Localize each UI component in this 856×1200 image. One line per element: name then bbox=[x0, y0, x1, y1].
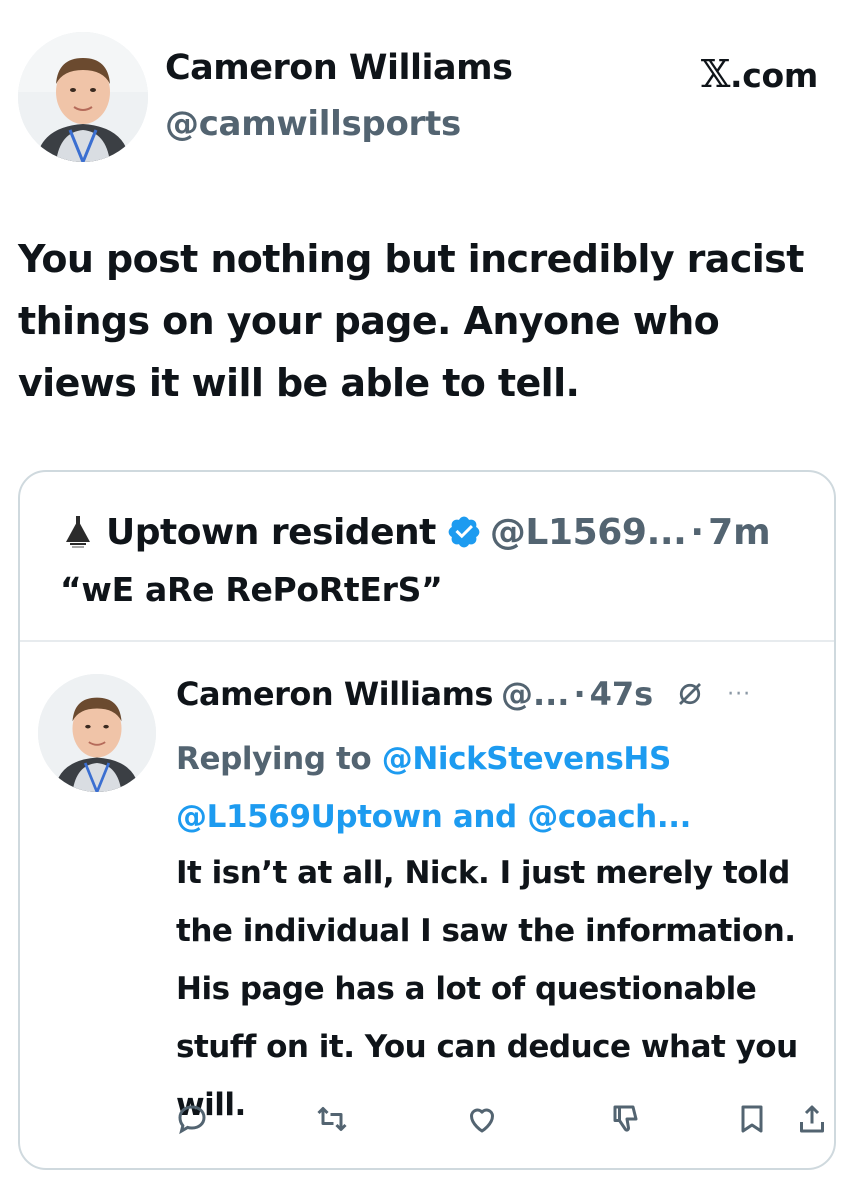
quoted-author-handle[interactable]: @L1569... bbox=[490, 512, 687, 553]
reply-icon bbox=[178, 1105, 206, 1135]
muted-icon[interactable] bbox=[675, 679, 705, 709]
separator-dot: · bbox=[690, 511, 705, 553]
mention-link[interactable]: @NickStevensHS bbox=[382, 741, 672, 777]
quoted-author-avatar[interactable] bbox=[60, 512, 96, 552]
quoted-author-name[interactable]: Uptown resident bbox=[106, 512, 436, 553]
retweet-button[interactable] bbox=[310, 1097, 354, 1141]
divider bbox=[20, 640, 834, 642]
mention-link[interactable]: @L1569Uptown bbox=[176, 799, 443, 835]
like-icon bbox=[470, 1108, 494, 1133]
reply-author-handle[interactable]: @... bbox=[501, 675, 569, 713]
bookmark-icon bbox=[741, 1105, 763, 1133]
reply-header: Cameron Williams @... · 47s ··· bbox=[176, 672, 751, 716]
reply-timestamp[interactable]: 47s bbox=[590, 675, 654, 713]
like-button[interactable] bbox=[460, 1097, 504, 1141]
mention-link[interactable]: @coach... bbox=[527, 799, 691, 835]
separator-dot: · bbox=[573, 675, 586, 713]
bookmark-button[interactable] bbox=[730, 1097, 774, 1141]
dislike-icon bbox=[613, 1105, 638, 1132]
replying-and: and bbox=[452, 799, 517, 835]
tweet-header: Cameron Williams @camwillsports 𝕏.com bbox=[0, 0, 856, 200]
quoted-tweet-header: Uptown resident @L1569... · 7m bbox=[60, 510, 771, 554]
author-avatar[interactable] bbox=[18, 32, 148, 162]
tweet-text: You post nothing but incredibly racist t… bbox=[18, 237, 804, 405]
retweet-icon bbox=[317, 1107, 347, 1131]
more-options-icon[interactable]: ··· bbox=[727, 682, 751, 707]
quoted-timestamp[interactable]: 7m bbox=[708, 512, 771, 553]
reply-button[interactable] bbox=[170, 1097, 214, 1141]
author-handle[interactable]: @camwillsports bbox=[165, 104, 461, 144]
quoted-tweet-text: “wE aRe RePoRtErS” bbox=[60, 570, 443, 609]
share-icon bbox=[800, 1105, 824, 1133]
reply-author-avatar[interactable] bbox=[38, 674, 156, 792]
share-button[interactable] bbox=[790, 1097, 834, 1141]
x-glyph-icon: 𝕏 bbox=[700, 52, 731, 96]
x-logo: 𝕏.com bbox=[701, 52, 818, 96]
quoted-tweet-card[interactable]: Uptown resident @L1569... · 7m “wE aRe R… bbox=[18, 470, 836, 1170]
replying-to-line: Replying to @NickStevensHS @L1569Uptown … bbox=[176, 730, 816, 846]
author-name[interactable]: Cameron Williams bbox=[165, 48, 513, 88]
reply-author-name[interactable]: Cameron Williams bbox=[176, 675, 493, 713]
verified-badge-icon bbox=[448, 516, 480, 548]
replying-prefix: Replying to bbox=[176, 741, 372, 777]
action-bar bbox=[170, 1097, 830, 1147]
brand-suffix: .com bbox=[730, 56, 818, 95]
dislike-button[interactable] bbox=[605, 1097, 649, 1141]
reply-text: It isn’t at all, Nick. I just merely tol… bbox=[176, 855, 798, 1123]
